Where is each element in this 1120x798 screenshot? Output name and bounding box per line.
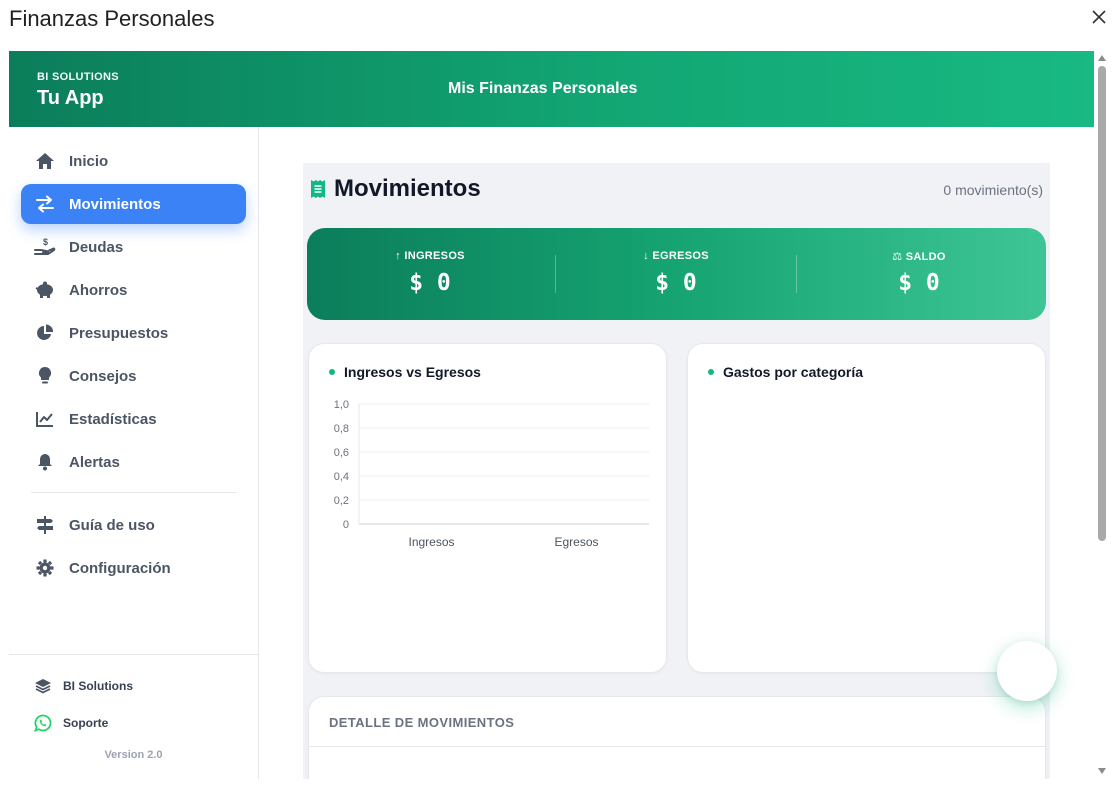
balance-value: $ 0 xyxy=(898,270,940,296)
scrollbar[interactable] xyxy=(1094,51,1110,779)
scroll-up-arrow-icon[interactable] xyxy=(1098,55,1106,61)
sidebar-item-alertas[interactable]: Alertas xyxy=(21,442,246,482)
y-tick-label: 1,0 xyxy=(334,399,349,411)
bullet-dot xyxy=(708,369,714,375)
y-tick-label: 0,4 xyxy=(334,471,349,483)
sidebar-item-label: Movimientos xyxy=(69,195,161,213)
income-expense-chart: 0 0,2 0,4 0,6 0,8 1,0 Ingresos Egresos xyxy=(334,399,649,549)
app-frame: BI SOLUTIONS Tu App Mis Finanzas Persona… xyxy=(9,51,1094,779)
sidebar-item-label: Consejos xyxy=(69,367,137,385)
arrow-down-icon: ↓ xyxy=(643,250,649,262)
y-tick-label: 0,2 xyxy=(334,495,349,507)
chart-card-category: Gastos por categoría xyxy=(687,343,1046,673)
window-title: Finanzas Personales xyxy=(9,6,215,31)
movement-count: 0 movimiento(s) xyxy=(943,182,1043,198)
bullet-dot xyxy=(329,369,335,375)
scroll-thumb[interactable] xyxy=(1098,66,1106,541)
chart-card-income-expense: Ingresos vs Egresos 0 0,2 0,4 0,6 0,8 1,0 Ingr… xyxy=(308,343,667,673)
detail-card: DETALLE DE MOVIMIENTOS xyxy=(308,696,1046,779)
floating-action-button[interactable] xyxy=(997,641,1057,701)
income-label: INGRESOS xyxy=(404,250,465,262)
scale-balance-icon: ⚖ xyxy=(892,251,903,263)
sidebar-item-label: Guía de uso xyxy=(69,516,155,534)
sidebar-item-label: Estadísticas xyxy=(69,410,157,428)
footer-support-link[interactable]: Soporte xyxy=(33,713,108,733)
scroll-down-arrow-icon[interactable] xyxy=(1098,768,1106,774)
sidebar-item-configuracion[interactable]: Configuración xyxy=(21,548,246,588)
income-value: $ 0 xyxy=(409,270,451,296)
page-title: Movimientos xyxy=(334,175,481,202)
footer-company-link[interactable]: BI Solutions xyxy=(33,676,133,696)
line-chart-icon xyxy=(33,407,57,431)
bell-icon xyxy=(33,450,57,474)
chart-title: Ingresos vs Egresos xyxy=(344,364,481,380)
x-tick-label: Ingresos xyxy=(408,535,454,549)
home-icon xyxy=(33,149,57,173)
whatsapp-icon xyxy=(33,713,53,733)
swap-arrows-icon xyxy=(33,192,57,216)
sidebar: Inicio Movimientos $ Deudas Ahorros Pres… xyxy=(9,127,259,779)
piggy-bank-icon xyxy=(33,278,57,302)
sidebar-divider xyxy=(31,492,236,493)
summary-balance: ⚖ SALDO $ 0 xyxy=(796,228,1042,320)
main-area: Movimientos 0 movimiento(s) ↑ INGRESOS $… xyxy=(259,127,1094,779)
expense-label: EGRESOS xyxy=(652,250,709,262)
content-panel: Movimientos 0 movimiento(s) ↑ INGRESOS $… xyxy=(303,163,1050,779)
sidebar-item-label: Configuración xyxy=(69,559,171,577)
sidebar-item-label: Alertas xyxy=(69,453,120,471)
sidebar-item-guia[interactable]: Guía de uso xyxy=(21,505,246,545)
hand-coin-icon: $ xyxy=(33,235,57,259)
header-title: Mis Finanzas Personales xyxy=(448,80,638,97)
detail-title: DETALLE DE MOVIMIENTOS xyxy=(329,715,515,730)
y-tick-label: 0,8 xyxy=(334,423,349,435)
gear-icon xyxy=(33,556,57,580)
summary-income: ↑ INGRESOS $ 0 xyxy=(307,228,553,320)
expense-value: $ 0 xyxy=(655,270,697,296)
layers-icon xyxy=(33,676,53,696)
sidebar-item-consejos[interactable]: Consejos xyxy=(21,356,246,396)
sidebar-item-ahorros[interactable]: Ahorros xyxy=(21,270,246,310)
sidebar-item-inicio[interactable]: Inicio xyxy=(21,141,246,181)
sidebar-item-label: Presupuestos xyxy=(69,324,169,342)
app-header: BI SOLUTIONS Tu App Mis Finanzas Persona… xyxy=(9,51,1094,127)
version-label: Version 2.0 xyxy=(104,749,163,761)
svg-text:$: $ xyxy=(43,237,48,247)
sidebar-item-movimientos[interactable]: Movimientos xyxy=(21,184,246,224)
y-tick-label: 0,6 xyxy=(334,447,349,459)
summary-expense: ↓ EGRESOS $ 0 xyxy=(553,228,799,320)
signpost-icon xyxy=(33,513,57,537)
pie-chart-icon xyxy=(33,321,57,345)
balance-label: SALDO xyxy=(905,251,946,263)
receipt-icon xyxy=(311,180,325,198)
footer-company-label: BI Solutions xyxy=(63,679,133,693)
y-tick-label: 0 xyxy=(343,519,349,531)
brand-name[interactable]: Tu App xyxy=(37,87,104,110)
sidebar-item-label: Ahorros xyxy=(69,281,128,299)
summary-banner: ↑ INGRESOS $ 0 ↓ EGRESOS $ 0 ⚖ SALDO $ 0 xyxy=(307,228,1046,320)
sidebar-item-estadisticas[interactable]: Estadísticas xyxy=(21,399,246,439)
sidebar-footer: BI Solutions Soporte Version 2.0 xyxy=(9,654,258,779)
lightbulb-icon xyxy=(33,364,57,388)
sidebar-item-label: Deudas xyxy=(69,238,124,256)
footer-support-label: Soporte xyxy=(63,716,109,730)
sidebar-item-label: Inicio xyxy=(69,152,109,170)
x-tick-label: Egresos xyxy=(554,535,598,549)
chart-title: Gastos por categoría xyxy=(723,364,864,380)
sidebar-item-deudas[interactable]: $ Deudas xyxy=(21,227,246,267)
brand-company: BI SOLUTIONS xyxy=(37,71,119,83)
arrow-up-icon: ↑ xyxy=(395,250,401,262)
close-icon[interactable] xyxy=(1088,6,1110,28)
detail-divider xyxy=(309,746,1045,747)
sidebar-item-presupuestos[interactable]: Presupuestos xyxy=(21,313,246,353)
